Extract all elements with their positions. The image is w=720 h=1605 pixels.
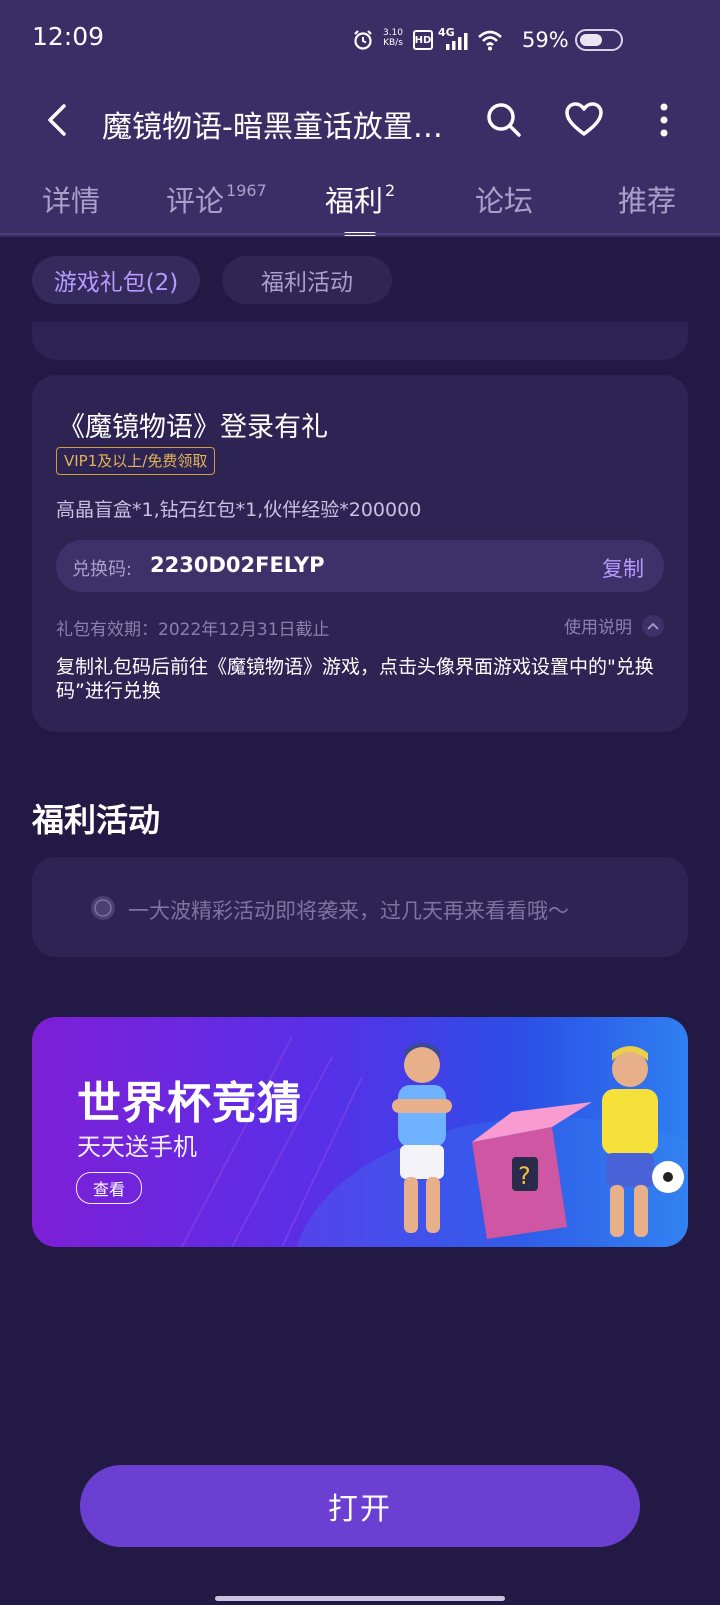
tab-details[interactable]: 详情: [42, 178, 100, 220]
tab-bar: 详情 评论 1967 福利 2 论坛 推荐: [0, 178, 720, 236]
status-bar: 12:09 3.10 KB/s HD 4G 59%: [0, 0, 720, 80]
tab-benefits[interactable]: 福利 2: [325, 178, 395, 220]
usage-label: 使用说明: [564, 618, 632, 638]
gift-contents: 高晶盲盒*1,钻石红包*1,伙伴经验*200000: [56, 499, 422, 521]
compass-icon: [91, 896, 115, 920]
tab-recommend[interactable]: 推荐: [618, 178, 676, 220]
battery-percent: 59%: [522, 28, 569, 52]
tab-forum[interactable]: 论坛: [475, 178, 533, 220]
network-speed: 3.10 KB/s: [382, 28, 404, 48]
gift-instructions: 复制礼包码后前往《魔镜物语》游戏，点击头像界面游戏设置中的"兑换码”进行兑换: [56, 656, 654, 702]
banner-view-button[interactable]: 查看: [76, 1172, 142, 1204]
activities-title: 福利活动: [32, 801, 161, 839]
banner-subtitle: 天天送手机: [77, 1133, 197, 1161]
search-icon[interactable]: [484, 100, 524, 140]
tab-comments[interactable]: 评论 1967: [166, 178, 267, 220]
chip-benefit-activities[interactable]: 福利活动: [222, 256, 392, 304]
home-indicator[interactable]: [215, 1596, 505, 1601]
heart-icon[interactable]: [564, 100, 604, 140]
status-time: 12:09: [32, 22, 105, 51]
gift-card: 《魔镜物语》登录有礼 VIP1及以上/免费领取 高晶盲盒*1,钻石红包*1,伙伴…: [32, 375, 688, 732]
redeem-code-label: 兑换码:: [72, 559, 133, 580]
tab-comments-count: 1967: [226, 181, 267, 201]
hd-icon: HD: [413, 30, 433, 50]
copy-button[interactable]: 复制: [602, 553, 644, 583]
page-title: 魔镜物语-暗黑童话放置RPG: [102, 110, 447, 145]
usage-instructions-toggle[interactable]: 使用说明: [564, 613, 664, 638]
vip-badge: VIP1及以上/免费领取: [56, 447, 216, 475]
activities-empty-text: 一大波精彩活动即将袭来，过几天再来看看哦～: [128, 899, 569, 923]
redeem-code-value: 2230D02FELYP: [150, 553, 325, 577]
gift-validity: 礼包有效期：2022年12月31日截止: [56, 620, 330, 640]
nav-bar: 魔镜物语-暗黑童话放置RPG: [0, 90, 720, 150]
activities-empty-card: 一大波精彩活动即将袭来，过几天再来看看哦～: [32, 857, 688, 957]
gift-title: 《魔镜物语》登录有礼: [58, 412, 328, 443]
banner-title: 世界杯竞猜: [77, 1078, 302, 1129]
signal-icon: 4G: [438, 26, 470, 50]
previous-gift-card: [32, 322, 688, 360]
football-players-illustration: ?: [392, 1043, 684, 1239]
battery-level: [580, 34, 602, 46]
alarm-icon: [354, 30, 372, 50]
world-cup-banner[interactable]: 世界杯竞猜 天天送手机 查看 ?: [32, 1017, 688, 1247]
svg-text:?: ?: [518, 1162, 531, 1190]
tab-benefits-count: 2: [385, 181, 396, 201]
open-button[interactable]: 打开: [80, 1465, 640, 1547]
wifi-icon: [478, 30, 502, 51]
chevron-up-icon: [642, 614, 664, 637]
more-vertical-icon[interactable]: [650, 100, 678, 140]
redeem-code-box: 兑换码: 2230D02FELYP 复制: [56, 540, 664, 592]
battery-icon: [575, 29, 623, 51]
tabs-divider: [0, 233, 720, 235]
chip-game-gifts[interactable]: 游戏礼包(2): [32, 256, 200, 304]
chevron-left-icon[interactable]: [40, 102, 76, 138]
